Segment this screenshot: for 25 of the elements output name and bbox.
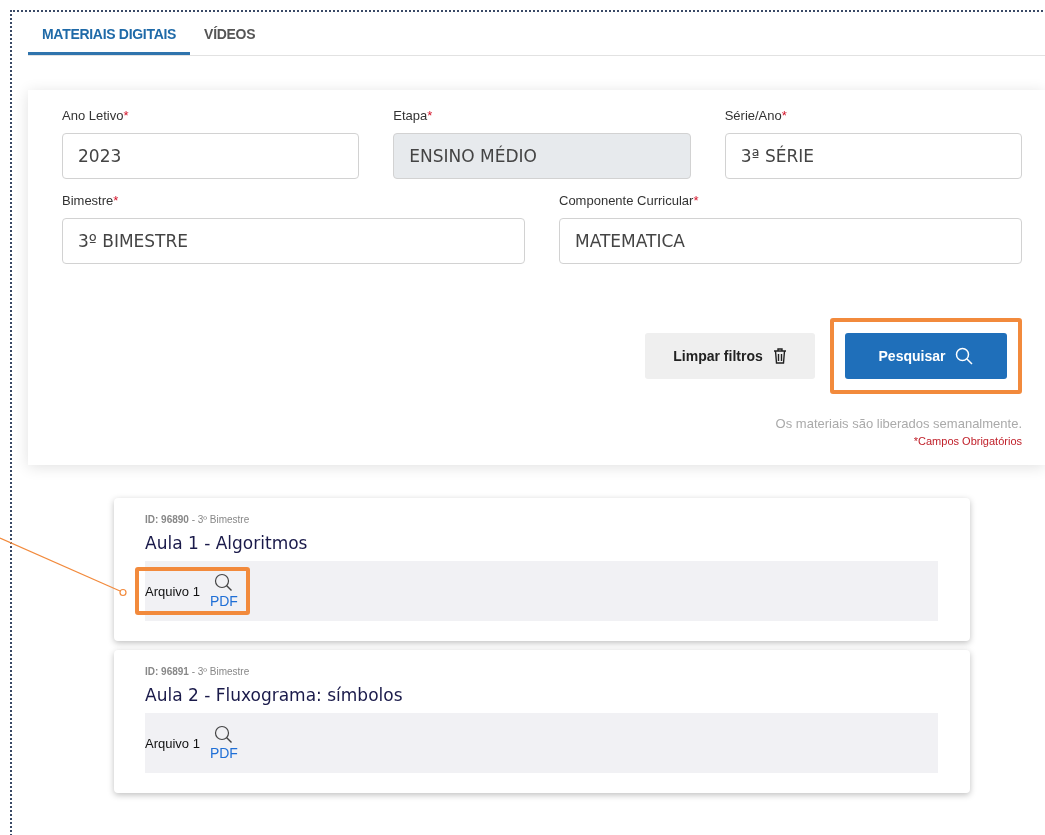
material-title: Aula 1 - Algoritmos — [145, 533, 308, 553]
input-field[interactable]: 3º BIMESTRE — [62, 218, 525, 264]
material-meta: ID: 96891 - 3º Bimestre — [145, 666, 250, 677]
field-label: Ano Letivo* — [62, 108, 130, 123]
search-button[interactable]: Pesquisar — [845, 333, 1007, 379]
input-field[interactable]: MATEMATICA — [559, 218, 1022, 264]
field-label: Etapa* — [393, 108, 434, 123]
field-label: Componente Curricular* — [559, 193, 700, 208]
tab[interactable]: VÍDEOS — [190, 18, 270, 55]
material-title: Aula 2 - Fluxograma: símbolos — [145, 685, 403, 705]
required-note: *Campos Obrigatórios — [912, 435, 1022, 447]
clear-filters-button[interactable]: Limpar filtros — [645, 333, 815, 379]
trash-icon — [772, 348, 787, 364]
field-label: Bimestre* — [62, 193, 120, 208]
search-icon — [955, 347, 974, 365]
release-note: Os materiais são liberados semanalmente. — [774, 416, 1022, 431]
pdf-link[interactable]: PDF — [209, 573, 238, 609]
input-field[interactable]: 2023 — [62, 133, 360, 179]
tab[interactable]: MATERIAIS DIGITAIS — [28, 18, 191, 55]
file-label: Arquivo 1 — [145, 583, 200, 599]
material-meta: ID: 96890 - 3º Bimestre — [145, 514, 250, 525]
pdf-link[interactable]: PDF — [209, 725, 238, 761]
file-label: Arquivo 1 — [145, 735, 200, 751]
input-field[interactable]: 3ª SÉRIE — [724, 133, 1022, 179]
field-label: Série/Ano* — [724, 108, 788, 123]
